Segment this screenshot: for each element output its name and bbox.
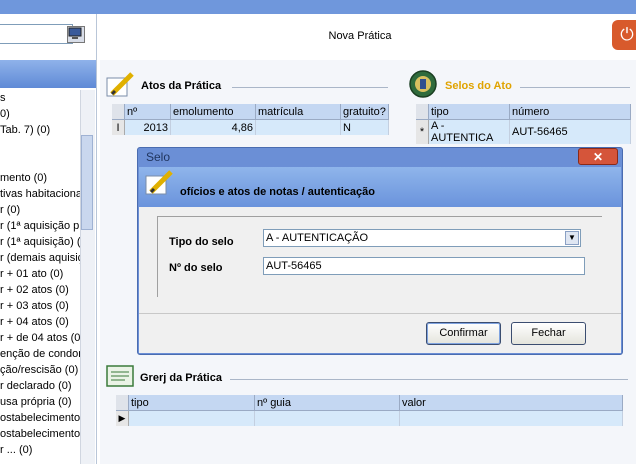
left-pane-header [0,60,96,88]
tree-item[interactable]: r + 02 atos (0) [0,282,80,298]
dialog-divider [139,313,621,314]
tree-item[interactable]: r + 04 atos (0) [0,314,80,330]
row-marker: ▶ [116,410,129,426]
atos-divider [232,87,388,88]
row-marker: I [112,119,125,135]
tree-item[interactable]: r (0) [0,202,80,218]
grerj-divider [230,379,628,380]
tree-item[interactable]: ostabelecimento [0,410,80,426]
grerj-table[interactable]: tipo nº guia valor ▶ [116,395,623,426]
left-scrollbar-thumb[interactable] [81,135,93,230]
confirm-button[interactable]: Confirmar [426,322,501,345]
atos-col-n[interactable]: nº [124,104,171,120]
pencil-icon [104,70,138,103]
selos-table[interactable]: tipo número * A - AUTENTICA AUT-56465 [416,104,631,144]
tree-list[interactable]: s 0) Tab. 7) (0) mento (0) tivas habitaciona… [0,90,80,464]
tipo-select[interactable]: A - AUTENTICAÇÃO [263,229,581,247]
tree-item[interactable]: s [0,90,80,106]
tree-item[interactable] [0,154,80,170]
atos-cell-matricula[interactable] [255,119,341,135]
grerj-cell-valor[interactable] [399,410,623,426]
selos-col-tipo[interactable]: tipo [428,104,510,120]
grerj-col-guia[interactable]: nº guia [254,395,400,411]
atos-col-gratuito[interactable]: gratuito? [340,104,389,120]
selos-divider [520,87,630,88]
tree-item[interactable]: 0) [0,106,80,122]
grerj-title: Grerj da Prática [140,372,222,384]
top-strip [0,0,636,14]
tree-item[interactable]: r + 01 ato (0) [0,266,80,282]
dialog-heading: ofícios e atos de notas / autenticação [180,186,375,198]
tree-item[interactable]: r + de 04 atos (0 [0,330,80,346]
tree-item[interactable]: usa própria (0) [0,394,80,410]
grerj-col-tipo[interactable]: tipo [128,395,255,411]
tree-item[interactable]: r (1ª aquisição p [0,218,80,234]
tree-item[interactable]: r (demais aquisiç [0,250,80,266]
tree-item[interactable]: ostabelecimento [0,426,80,442]
window-title: Nova Prática [328,30,392,42]
atos-col-matricula[interactable]: matrícula [255,104,341,120]
grerj-cell-tipo[interactable] [128,410,255,426]
tree-item[interactable]: Tab. 7) (0) [0,122,80,138]
tree-item[interactable]: mento (0) [0,170,80,186]
tree-item[interactable]: enção de condor [0,346,80,362]
grerj-cell-guia[interactable] [254,410,400,426]
close-button[interactable]: Fechar [511,322,586,345]
tree-item[interactable]: r ... (0) [0,442,80,458]
tree-item[interactable]: tivas habitaciona [0,186,80,202]
tipo-label: Tipo do selo [169,236,234,248]
seal-icon [408,69,438,102]
table-row[interactable]: I 2013 4,86 N [112,119,389,135]
dialog-title: Selo [146,150,171,164]
tree-item[interactable]: ção/rescisão (0) [0,362,80,378]
power-icon[interactable]: ⏻ [612,20,636,50]
tree-item[interactable]: r (1ª aquisição) ( [0,234,80,250]
tree-item[interactable]: r + 03 atos (0) [0,298,80,314]
table-row[interactable]: ▶ [116,410,623,426]
tree-item[interactable] [0,138,80,154]
numero-field[interactable]: AUT-56465 [263,257,585,275]
search-input[interactable] [0,24,73,44]
atos-table[interactable]: nº emolumento matrícula gratuito? I 2013… [112,104,389,135]
grerj-icon [105,362,137,393]
chevron-down-icon[interactable]: ▼ [565,231,579,245]
selos-cell-tipo[interactable]: A - AUTENTICA [428,119,510,144]
close-icon[interactable]: ✕ [578,148,618,165]
atos-cell-gratuito[interactable]: N [340,119,389,135]
atos-title: Atos da Prática [141,80,222,92]
selos-cell-numero[interactable]: AUT-56465 [509,119,631,144]
atos-cell-emolumento[interactable]: 4,86 [170,119,256,135]
table-row[interactable]: * A - AUTENTICA AUT-56465 [416,119,631,144]
search-button[interactable] [67,26,85,43]
selos-title: Selos do Ato [445,80,512,92]
numero-label: Nº do selo [169,262,223,274]
row-marker: * [416,119,429,144]
pencil-icon [143,168,177,201]
atos-col-emolumento[interactable]: emolumento [170,104,256,120]
monitor-icon [68,27,82,39]
tree-item[interactable]: r declarado (0) [0,378,80,394]
grerj-col-valor[interactable]: valor [399,395,623,411]
selos-col-numero[interactable]: número [509,104,631,120]
atos-cell-n[interactable]: 2013 [124,119,171,135]
